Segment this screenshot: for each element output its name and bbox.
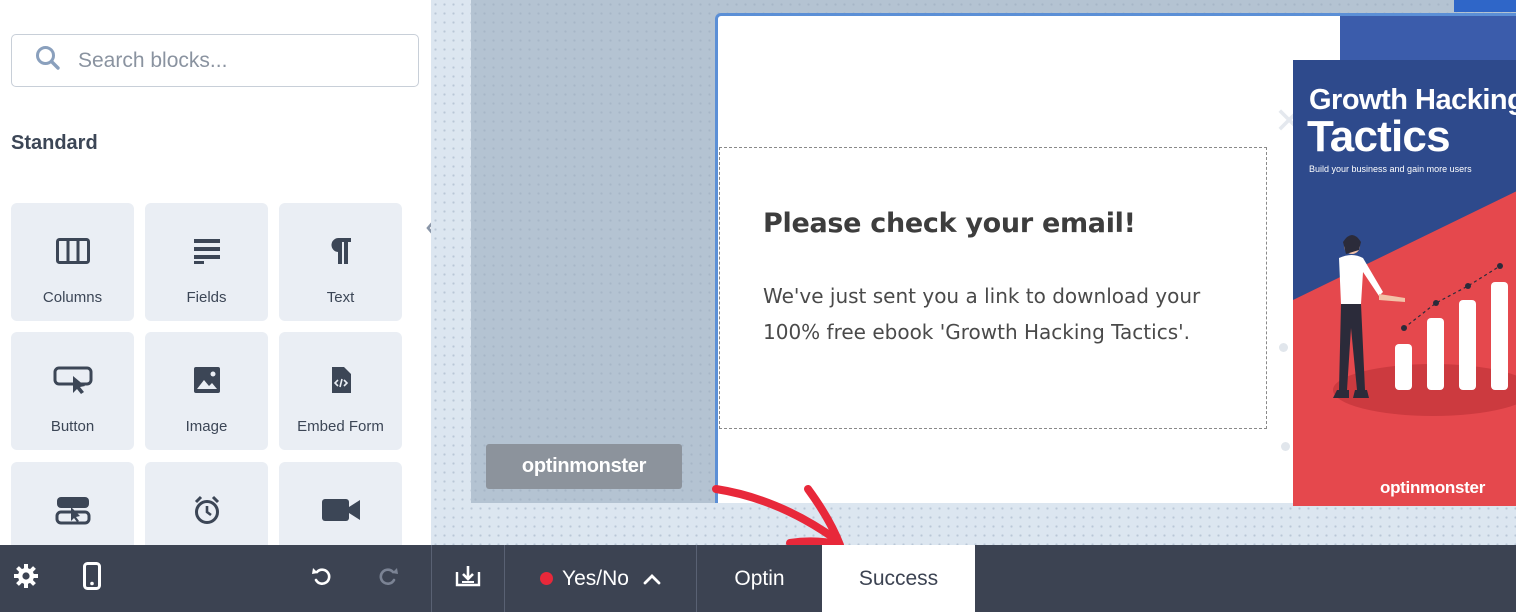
block-label: Button (50, 418, 95, 435)
ebook-title-line2: Tactics (1307, 112, 1451, 161)
block-label: Embed Form (297, 418, 384, 435)
undo-button[interactable] (300, 545, 344, 612)
badge-text: optinmonster (521, 455, 647, 477)
search-blocks-box[interactable] (11, 34, 419, 87)
button-icon (53, 364, 93, 396)
corner-indicator (1454, 0, 1516, 12)
block-label: Text (326, 289, 355, 306)
ebook-cover-image[interactable]: Growth Hacking Tactics Build your busine… (1293, 60, 1516, 506)
settings-button[interactable] (0, 545, 52, 612)
search-input[interactable] (78, 48, 378, 73)
redo-icon (377, 565, 399, 592)
section-title-standard: Standard (11, 132, 98, 154)
paragraph-icon (329, 235, 353, 267)
chevron-up-icon (643, 573, 661, 585)
block-image[interactable]: Image (145, 332, 268, 450)
download-icon (455, 564, 481, 593)
view-tab-success[interactable]: Success (822, 545, 975, 612)
toggle-button-icon (55, 494, 91, 526)
success-popup[interactable]: ✕ Please check your email! We've just se… (715, 13, 1516, 506)
block-video[interactable] (279, 462, 402, 545)
block-countdown[interactable] (145, 462, 268, 545)
embed-form-icon (330, 364, 352, 396)
popup-header-strip (1340, 16, 1516, 62)
mobile-icon (83, 562, 101, 595)
tab-label: Yes/No (562, 566, 629, 590)
block-embed-form[interactable]: Embed Form (279, 332, 402, 450)
block-fields[interactable]: Fields (145, 203, 268, 321)
image-icon (193, 364, 221, 396)
block-label: Image (185, 418, 228, 435)
editor-canvas: optinmonster ✕ Please check your email! … (431, 0, 1516, 545)
search-icon (34, 44, 62, 77)
alarm-clock-icon (193, 494, 221, 526)
block-columns[interactable]: Columns (11, 203, 134, 321)
bottom-toolbar: Yes/No Optin Success (0, 545, 1516, 612)
optinmonster-badge: optinmonster (486, 444, 682, 489)
message-block[interactable]: Please check your email! We've just sent… (719, 147, 1267, 429)
popup-heading[interactable]: Please check your email! (763, 208, 1136, 239)
block-text[interactable]: Text (279, 203, 402, 321)
undo-icon (311, 565, 333, 592)
resize-handle[interactable] (1281, 442, 1290, 451)
block-toggle-button[interactable] (11, 462, 134, 545)
block-button[interactable]: Button (11, 332, 134, 450)
gear-icon (13, 563, 39, 594)
view-tab-optin[interactable]: Optin (697, 545, 822, 612)
ebook-subtitle: Build your business and gain more users (1309, 164, 1472, 174)
tab-label: Optin (734, 566, 785, 590)
redo-button[interactable] (366, 545, 410, 612)
video-camera-icon (321, 494, 361, 526)
columns-icon (55, 235, 90, 267)
mobile-preview-button[interactable] (70, 545, 114, 612)
block-label: Columns (42, 289, 103, 306)
ebook-brand-logo: optinmonster (1380, 478, 1486, 497)
status-dot (540, 572, 554, 585)
view-tab-yes-no[interactable]: Yes/No (505, 545, 696, 612)
blocks-sidebar: Standard Columns Fields Text Button Imag… (0, 0, 431, 545)
save-download-button[interactable] (432, 545, 504, 612)
tab-label: Success (858, 566, 939, 590)
resize-handle[interactable] (1279, 343, 1288, 352)
popup-body-text[interactable]: We've just sent you a link to download y… (763, 278, 1233, 350)
fields-icon (193, 235, 221, 267)
block-label: Fields (186, 289, 227, 306)
